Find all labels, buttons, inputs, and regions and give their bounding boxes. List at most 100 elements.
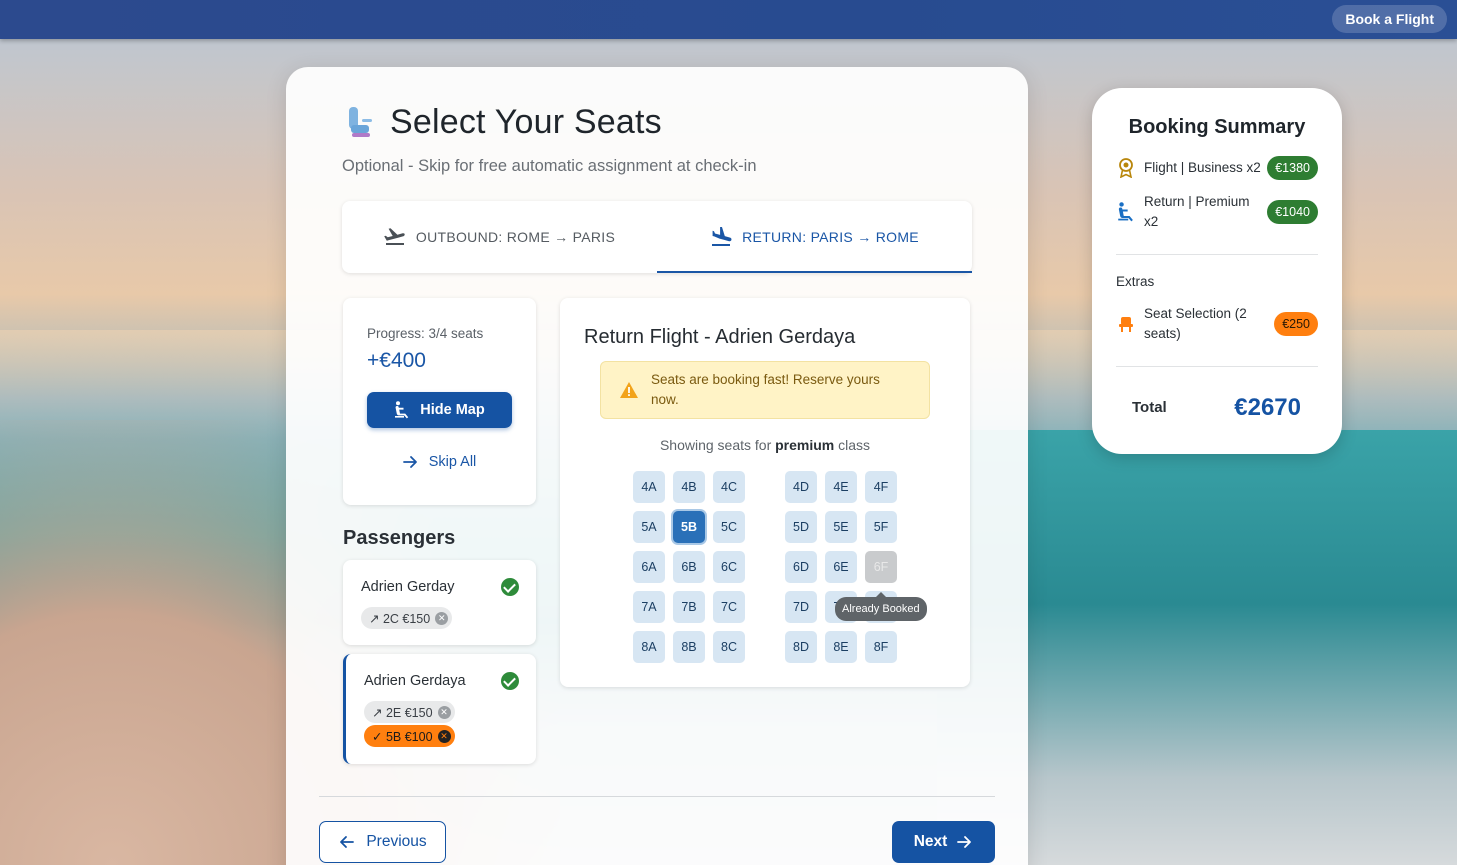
seat-8d[interactable]: 8D [785,631,817,663]
passenger-name: Adrien Gerday [361,579,455,595]
seat-8e[interactable]: 8E [825,631,857,663]
seat-6b[interactable]: 6B [673,551,705,583]
skip-all-link[interactable]: Skip All [367,450,512,474]
hide-map-button[interactable]: Hide Map [367,392,512,428]
seat-5b[interactable]: 5B [673,511,705,543]
title-row: Select Your Seats [342,103,662,142]
remove-chip-icon[interactable]: ✕ [435,611,449,625]
seat-4f[interactable]: 4F [865,471,897,503]
tab-outbound-label: OUTBOUND: ROME → PARIS [415,229,616,245]
class-name: premium [775,437,835,453]
seat-4c[interactable]: 4C [713,471,745,503]
seat-chip-label: ↗ 2C €150 [369,611,431,626]
summary-item: Flight | Business x2 €1380 [1116,156,1318,180]
summary-extra-label: Seat Selection (2 seats) [1144,306,1247,341]
arrow-right-icon [402,455,419,469]
seat-chip-selected: ✓ 5B €100 ✕ [364,725,455,747]
booking-summary-card: Booking Summary Flight | Business x2 €13… [1092,88,1342,454]
seat-8f[interactable]: 8F [865,631,897,663]
seat-chip: ↗ 2E €150 ✕ [364,701,455,723]
arrow-right-icon [957,835,973,849]
arrow-left-icon [338,835,355,849]
seat-4e[interactable]: 4E [825,471,857,503]
booking-alert: Seats are booking fast! Reserve yours no… [600,361,930,419]
tab-return-label: RETURN: PARIS → ROME [742,229,919,245]
top-bar: Book a Flight [0,0,1457,39]
progress-price: +€400 [367,349,426,372]
remove-chip-icon[interactable]: ✕ [437,729,451,743]
seat-6d[interactable]: 6D [785,551,817,583]
seat-6a[interactable]: 6A [633,551,665,583]
seat-7d[interactable]: 7D [785,591,817,623]
class-note-suffix: class [834,437,871,453]
alert-text: Seats are booking fast! Reserve yours no… [651,372,880,407]
already-booked-tooltip: Already Booked [835,592,927,621]
seat-chip-label: ↗ 2E €150 [372,705,433,720]
seat-6c[interactable]: 6C [713,551,745,583]
seat-7b[interactable]: 7B [673,591,705,623]
seat-4d[interactable]: 4D [785,471,817,503]
summary-item-label: Flight | Business x2 [1144,160,1261,175]
previous-button[interactable]: Previous [319,821,446,863]
class-note: Showing seats for premium class [560,437,970,453]
page-title: Select Your Seats [390,103,662,141]
progress-label: Progress: 3/4 seats [367,326,484,341]
seat-5c[interactable]: 5C [713,511,745,543]
summary-title: Booking Summary [1128,116,1306,138]
seat-icon [394,401,410,419]
seat-8c[interactable]: 8C [713,631,745,663]
seat-selection-card: Select Your Seats Optional - Skip for fr… [286,67,1028,865]
passengers-heading: Passengers [343,527,456,549]
seat-5a[interactable]: 5A [633,511,665,543]
book-flight-button[interactable]: Book a Flight [1332,5,1447,33]
award-icon [1116,158,1136,178]
summary-item-label: Return | Premium x2 [1144,194,1250,229]
plane-landing-icon [710,227,732,247]
seat-emoji-icon [342,105,376,141]
total-value: €2670 [1234,394,1301,421]
seat-4b[interactable]: 4B [673,471,705,503]
summary-item: Return | Premium x2 €1040 [1116,192,1318,232]
summary-divider [1116,254,1318,255]
seat-8a[interactable]: 8A [633,631,665,663]
extras-label: Extras [1116,274,1155,289]
plane-takeoff-icon [384,228,406,246]
skip-all-label: Skip All [428,454,477,470]
seat-5d[interactable]: 5D [785,511,817,543]
passenger-name: Adrien Gerdaya [364,673,466,689]
seat-6f: 6F [865,551,897,583]
tab-outbound[interactable]: OUTBOUND: ROME → PARIS [342,201,657,273]
summary-extra: Seat Selection (2 seats) €250 [1116,304,1318,344]
flight-tabs: OUTBOUND: ROME → PARIS RETURN: PARIS → R… [342,201,972,273]
seat-6e[interactable]: 6E [825,551,857,583]
total-label: Total [1132,399,1167,416]
hide-map-label: Hide Map [420,402,485,418]
divider [319,796,995,797]
seat-7c[interactable]: 7C [713,591,745,623]
seat-7a[interactable]: 7A [633,591,665,623]
summary-item-price: €1040 [1267,200,1318,224]
seat-4a[interactable]: 4A [633,471,665,503]
summary-divider [1116,366,1318,367]
progress-card: Progress: 3/4 seats +€400 Hide Map Skip … [343,298,536,505]
warning-icon [619,381,639,399]
passenger-card-active[interactable]: Adrien Gerdaya ↗ 2E €150 ✕ ✓ 5B €100 ✕ [343,654,536,764]
seat-map-card: Return Flight - Adrien Gerdaya Seats are… [560,298,970,687]
remove-chip-icon[interactable]: ✕ [437,705,451,719]
page-subtitle: Optional - Skip for free automatic assig… [342,157,757,175]
previous-label: Previous [366,833,427,850]
seat-8b[interactable]: 8B [673,631,705,663]
seat-chip: ↗ 2C €150 ✕ [361,607,453,629]
passenger-card[interactable]: Adrien Gerday ↗ 2C €150 ✕ [343,560,536,645]
seat-icon [1116,202,1136,222]
seat-5e[interactable]: 5E [825,511,857,543]
summary-item-price: €1380 [1267,156,1318,180]
seat-5f[interactable]: 5F [865,511,897,543]
summary-extra-price: €250 [1274,312,1318,336]
seat-chip-label: ✓ 5B €100 [372,729,433,744]
class-note-prefix: Showing seats for [659,437,776,453]
tab-return[interactable]: RETURN: PARIS → ROME [657,201,972,273]
next-label: Next [913,833,948,850]
next-button[interactable]: Next [892,821,995,863]
check-circle-icon [501,672,519,690]
